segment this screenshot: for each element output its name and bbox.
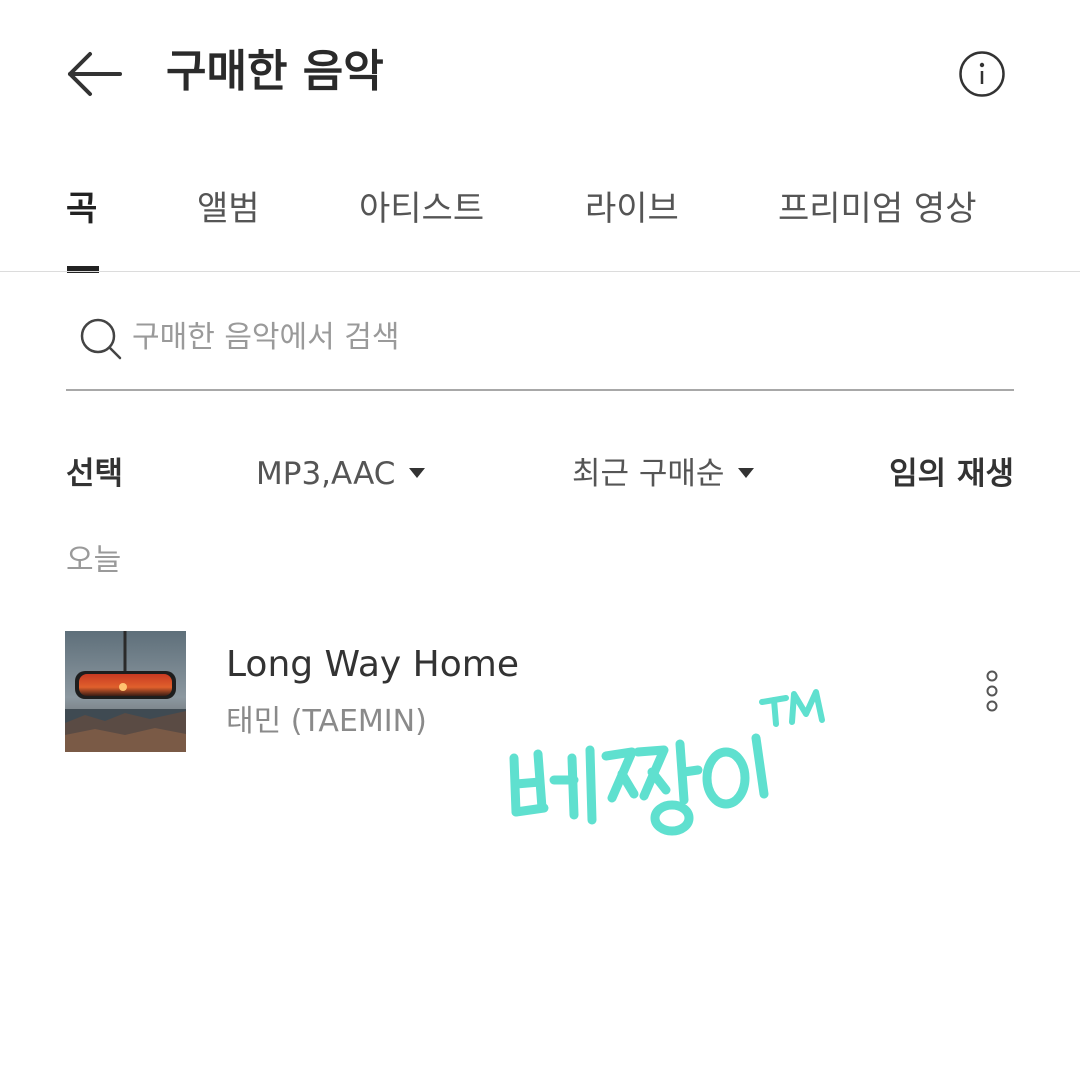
search-icon bbox=[78, 316, 124, 362]
search-input[interactable] bbox=[132, 310, 1002, 364]
format-dropdown[interactable]: MP3,AAC bbox=[256, 450, 426, 498]
caret-down-icon bbox=[409, 467, 426, 478]
more-vertical-icon bbox=[986, 670, 998, 712]
tab-live[interactable]: 라이브 bbox=[585, 184, 679, 234]
sort-dropdown[interactable]: 최근 구매순 bbox=[572, 450, 755, 498]
caret-down-icon bbox=[738, 467, 755, 478]
handwritten-watermark bbox=[494, 680, 844, 840]
tab-artists[interactable]: 아티스트 bbox=[359, 184, 484, 234]
arrow-left-icon bbox=[68, 52, 122, 96]
format-dropdown-value: MP3,AAC bbox=[256, 456, 396, 492]
info-button[interactable] bbox=[958, 50, 1006, 98]
sort-dropdown-value: 최근 구매순 bbox=[572, 456, 725, 492]
info-circle-icon bbox=[959, 51, 1005, 97]
song-artist: 태민 (TAEMIN) bbox=[226, 704, 427, 739]
album-art bbox=[65, 631, 186, 752]
back-button[interactable] bbox=[60, 44, 130, 104]
tab-songs[interactable]: 곡 bbox=[66, 184, 97, 234]
album-art-text bbox=[124, 643, 126, 649]
page-title: 구매한 음악 bbox=[166, 46, 384, 97]
search-underline bbox=[66, 389, 1014, 391]
song-title: Long Way Home bbox=[226, 644, 519, 685]
tabs-divider bbox=[0, 271, 1080, 272]
tab-premium-video[interactable]: 프리미엄 영상 bbox=[778, 184, 977, 234]
shuffle-play-button[interactable]: 임의 재생 bbox=[889, 450, 1014, 498]
select-button[interactable]: 선택 bbox=[66, 450, 123, 498]
more-options-button[interactable] bbox=[972, 664, 1012, 720]
tab-albums[interactable]: 앨범 bbox=[197, 184, 260, 234]
section-date-label: 오늘 bbox=[66, 543, 122, 578]
